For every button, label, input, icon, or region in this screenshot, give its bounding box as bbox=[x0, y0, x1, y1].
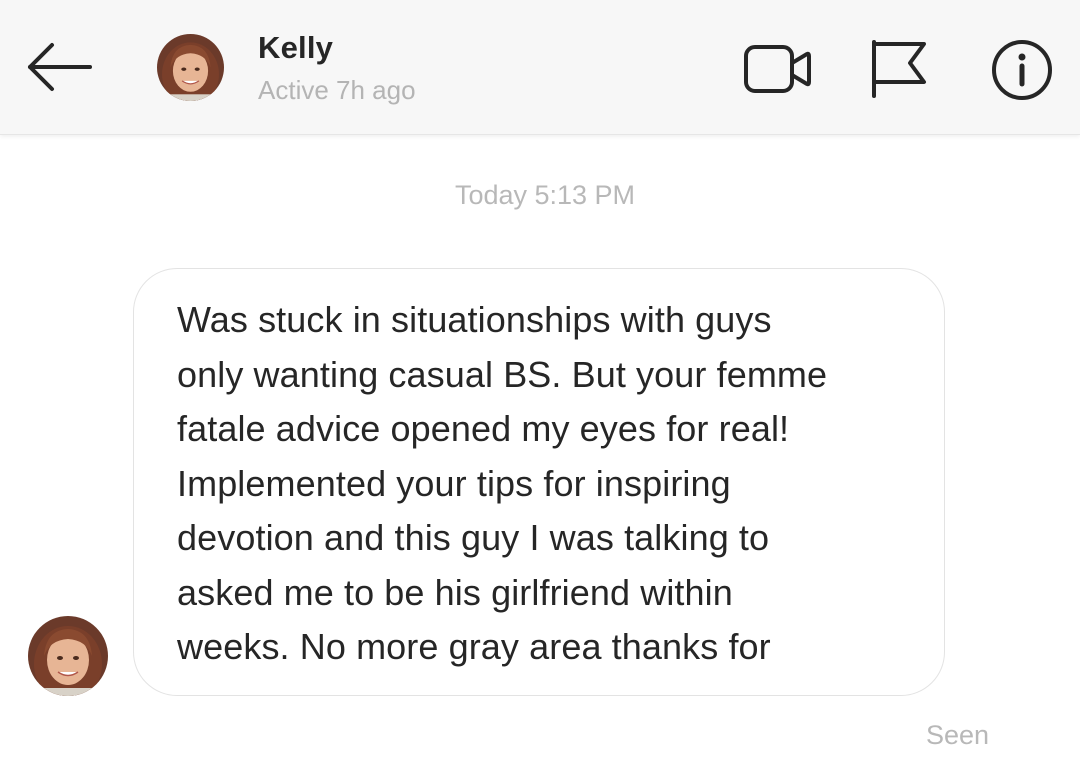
flag-icon bbox=[872, 40, 926, 98]
seen-receipt: Seen bbox=[926, 720, 990, 750]
back-arrow-icon bbox=[28, 43, 92, 91]
info-icon bbox=[992, 40, 1052, 100]
contact-name[interactable]: Kelly bbox=[258, 30, 333, 66]
contact-avatar[interactable] bbox=[157, 34, 224, 101]
conversation-info-button[interactable] bbox=[990, 38, 1054, 102]
message-text: Was stuck in situationships with guys on… bbox=[177, 299, 828, 667]
video-call-button[interactable] bbox=[743, 42, 813, 96]
message-bubble[interactable]: Was stuck in situationships with guys on… bbox=[133, 268, 945, 696]
report-button[interactable] bbox=[868, 38, 930, 98]
back-button[interactable] bbox=[24, 36, 96, 98]
message-timestamp: Today 5:13 PM bbox=[454, 180, 636, 210]
sender-avatar[interactable] bbox=[28, 616, 108, 696]
conversation-header: Kelly Active 7h ago bbox=[0, 0, 1080, 135]
active-status: Active 7h ago bbox=[258, 75, 416, 105]
video-camera-icon bbox=[744, 45, 811, 93]
